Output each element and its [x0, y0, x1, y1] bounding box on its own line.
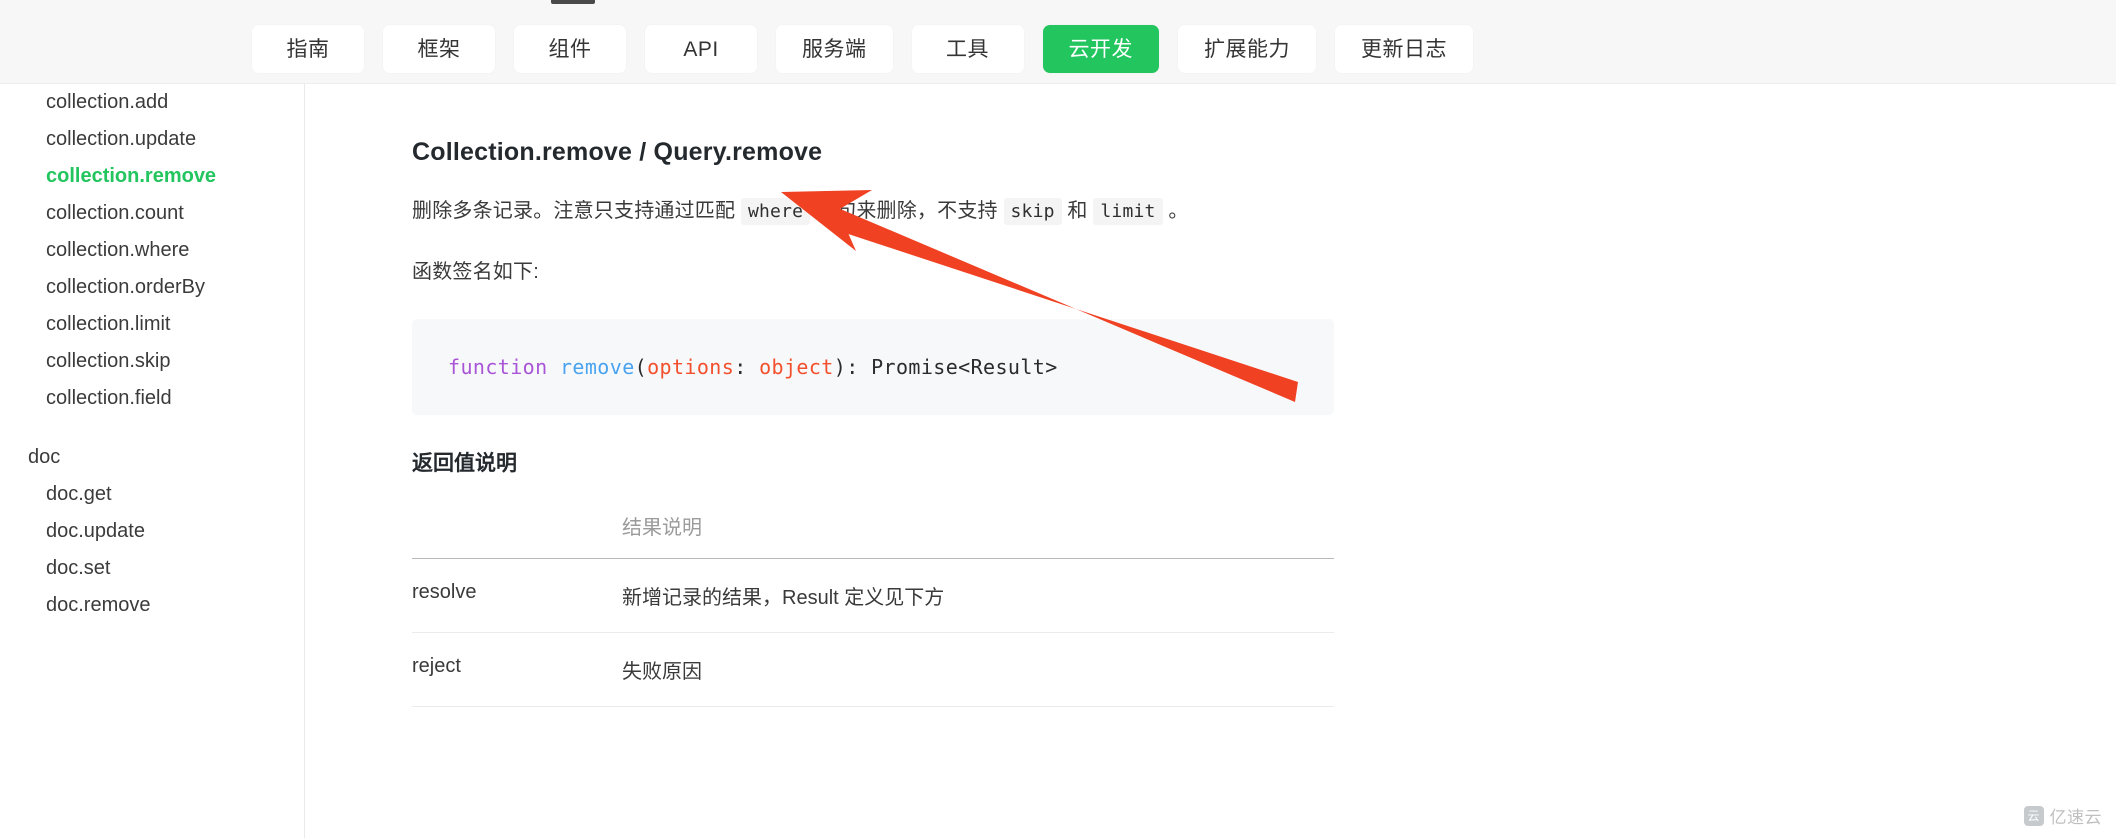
description-segment-3: 和 — [1067, 200, 1088, 222]
sidebar-item-label: doc.get — [46, 483, 112, 505]
sidebar-item-label: collection.skip — [46, 350, 171, 372]
sidebar-item-label: collection.limit — [46, 313, 171, 335]
sidebar-item-doc-update[interactable]: doc.update — [0, 513, 304, 550]
table-cell-description: 失败原因 — [622, 632, 1334, 707]
watermark-text: 亿速云 — [2049, 808, 2102, 827]
code-token-param-name: options — [647, 355, 735, 379]
sidebar-item-label: doc.update — [46, 520, 145, 542]
sidebar-group-separator — [0, 417, 304, 439]
signature-label: 函数签名如下: — [412, 261, 539, 283]
nav-tab-5[interactable]: 服务端 — [776, 25, 893, 73]
sidebar-item-label: collection.add — [46, 91, 169, 113]
inline-code-skip: skip — [1003, 198, 1062, 225]
sidebar-item-doc-set[interactable]: doc.set — [0, 550, 304, 587]
sidebar-item-label: collection.update — [46, 128, 197, 150]
sidebar-item-doc-remove[interactable]: doc.remove — [0, 587, 304, 624]
code-token-paren-close: ) — [833, 355, 847, 379]
sidebar-item-label: collection.where — [46, 239, 190, 261]
nav-tab-9[interactable]: 更新日志 — [1335, 25, 1473, 73]
sidebar-item-label: doc.set — [46, 557, 111, 579]
site-watermark: 云 亿速云 — [2023, 803, 2103, 828]
sidebar-navigation[interactable]: collection.add collection.update collectio… — [0, 84, 305, 838]
returns-table-head: 结果说明 — [412, 497, 1334, 559]
sidebar-item-label: collection.orderBy — [46, 276, 205, 298]
top-navigation-bar: 指南 框架 组件 API 服务端 工具 云开发 扩展能力 更新日志 — [0, 0, 2116, 84]
documentation-article: Collection.remove / Query.remove 删除多条记录。… — [412, 84, 1342, 707]
sidebar-item-doc[interactable]: doc — [0, 439, 304, 476]
code-block: function remove(options: object): Promis… — [412, 319, 1334, 415]
sidebar-item-label: doc.remove — [46, 594, 151, 616]
sidebar-item-collection-count[interactable]: collection.count — [0, 195, 304, 232]
code-token-param-type: object — [759, 355, 834, 379]
description-segment-4: 。 — [1168, 200, 1189, 222]
inline-code-where: where — [740, 198, 811, 225]
sidebar-item-collection-where[interactable]: collection.where — [0, 232, 304, 269]
returns-section-heading: 返回值说明 — [412, 452, 517, 475]
returns-table-body: resolve 新增记录的结果，Result 定义见下方 reject 失败原因 — [412, 558, 1334, 707]
code-token-keyword-function: function — [448, 355, 548, 379]
nav-tab-2[interactable]: 框架 — [383, 25, 495, 73]
sidebar-item-collection-update[interactable]: collection.update — [0, 121, 304, 158]
table-cell-description: 新增记录的结果，Result 定义见下方 — [622, 558, 1334, 633]
table-row: resolve 新增记录的结果，Result 定义见下方 — [412, 558, 1334, 633]
page-title: Collection.remove / Query.remove — [412, 138, 823, 166]
code-token-function-name: remove — [559, 355, 635, 379]
sidebar-item-collection-remove[interactable]: collection.remove — [0, 158, 304, 195]
description-segment-1: 删除多条记录。注意只支持通过匹配 — [412, 200, 736, 222]
table-row: reject 失败原因 — [412, 632, 1334, 707]
sidebar-item-collection-orderBy[interactable]: collection.orderBy — [0, 269, 304, 306]
code-token-paren-open: ( — [634, 355, 648, 379]
sidebar-item-doc-get[interactable]: doc.get — [0, 476, 304, 513]
sidebar-item-collection-add[interactable]: collection.add — [0, 84, 304, 121]
sidebar-item-label: collection.remove — [46, 165, 217, 187]
table-header-name — [412, 497, 622, 559]
sidebar-item-label: collection.count — [46, 202, 184, 224]
nav-tab-3[interactable]: 组件 — [514, 25, 626, 73]
nav-tab-1[interactable]: 指南 — [252, 25, 364, 73]
description-segment-2: 语句来删除，不支持 — [815, 200, 998, 222]
nav-tab-strip: 指南 框架 组件 API 服务端 工具 云开发 扩展能力 更新日志 — [252, 25, 1473, 85]
table-header-result-desc: 结果说明 — [622, 497, 1334, 559]
sidebar-item-collection-field[interactable]: collection.field — [0, 380, 304, 417]
returns-table: 结果说明 resolve 新增记录的结果，Result 定义见下方 reject 失败… — [412, 497, 1334, 707]
table-cell-name: reject — [412, 632, 622, 707]
sidebar-item-collection-skip[interactable]: collection.skip — [0, 343, 304, 380]
code-token-colon-1: : — [734, 355, 760, 379]
table-cell-name: resolve — [412, 558, 622, 633]
table-header-row: 结果说明 — [412, 497, 1334, 559]
nav-tab-8[interactable]: 扩展能力 — [1178, 25, 1316, 73]
sidebar-item-label: doc — [28, 446, 61, 468]
inline-code-limit: limit — [1093, 198, 1163, 225]
code-token-colon-2: : — [846, 355, 872, 379]
main-content-area: Collection.remove / Query.remove 删除多条记录。… — [305, 84, 2116, 838]
code-signature-line: function remove(options: object): Promis… — [448, 355, 1058, 379]
sidebar-item-collection-limit[interactable]: collection.limit — [0, 306, 304, 343]
nav-tab-6[interactable]: 工具 — [911, 25, 1024, 73]
watermark-logo-icon: 云 — [2023, 805, 2044, 826]
nav-tab-4[interactable]: API — [645, 25, 757, 73]
nav-top-indicator-nub — [551, 0, 595, 4]
sidebar-item-label: collection.field — [46, 387, 172, 409]
code-token-return-type: Promise<Result> — [871, 355, 1058, 379]
nav-tab-7[interactable]: 云开发 — [1042, 25, 1159, 73]
api-description-paragraph: 删除多条记录。注意只支持通过匹配 where 语句来删除，不支持 skip 和 … — [412, 194, 1342, 228]
